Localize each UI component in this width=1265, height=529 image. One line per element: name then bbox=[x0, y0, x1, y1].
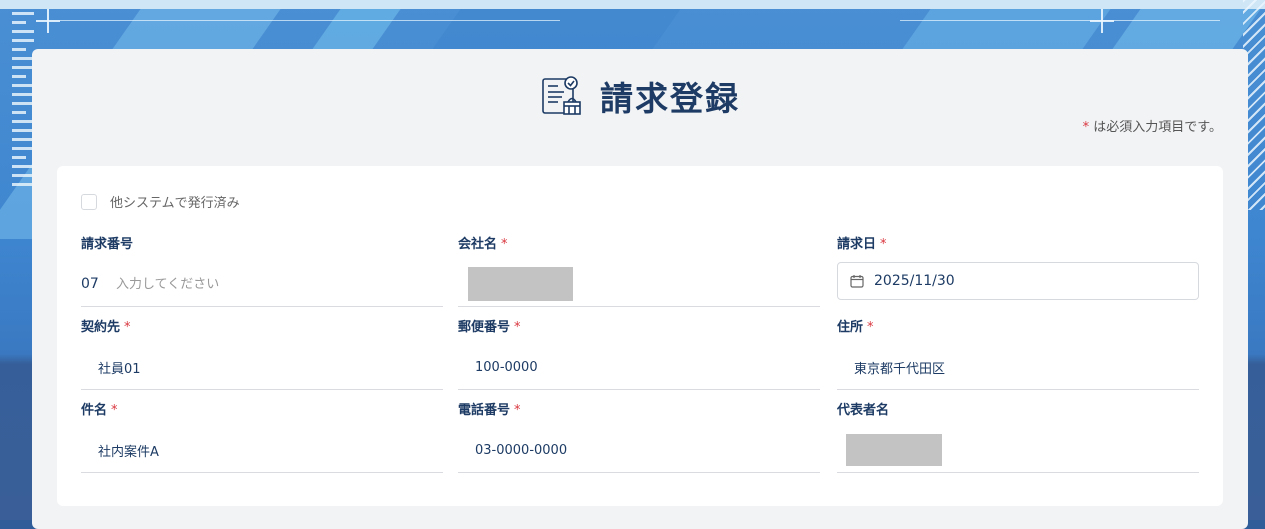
phone-input[interactable]: 03-0000-0000 bbox=[458, 428, 820, 473]
company-name-label: 会社名 * bbox=[458, 237, 508, 252]
address-label: 住所 * bbox=[837, 320, 874, 335]
required-fields-note: * は必須入力項目です。 bbox=[1082, 120, 1222, 135]
subject-input[interactable]: 社内案件A bbox=[81, 428, 443, 473]
calendar-icon bbox=[850, 275, 864, 288]
company-name-input[interactable] bbox=[458, 262, 820, 307]
issued-elsewhere-label: 他システムで発行済み bbox=[110, 196, 240, 211]
address-input[interactable]: 東京都千代田区 bbox=[837, 345, 1199, 390]
redacted-company-name bbox=[468, 267, 573, 301]
redacted-representative-name bbox=[846, 434, 942, 466]
invoice-date-label: 請求日 * bbox=[837, 237, 887, 252]
page-header: 請求登録 bbox=[32, 71, 1248, 121]
invoice-date-picker[interactable]: 2025/11/30 bbox=[837, 262, 1199, 300]
invoice-number-prefix: 07 bbox=[81, 276, 99, 292]
contractor-label: 契約先 * bbox=[81, 320, 131, 335]
issued-elsewhere-checkbox[interactable] bbox=[81, 193, 97, 210]
postal-code-label: 郵便番号 * bbox=[458, 320, 521, 335]
contractor-field: 契約先 * 社員01 bbox=[81, 319, 443, 390]
page-title: 請求登録 bbox=[600, 79, 740, 118]
invoice-document-icon bbox=[542, 76, 581, 115]
subject-field: 件名 * 社内案件A bbox=[81, 402, 443, 473]
phone-field: 電話番号 * 03-0000-0000 bbox=[458, 402, 820, 473]
issued-elsewhere-row[interactable]: 他システムで発行済み bbox=[81, 192, 240, 211]
invoice-number-input[interactable] bbox=[99, 263, 443, 305]
representative-field: 代表者名 bbox=[837, 402, 1199, 473]
company-name-field: 会社名 * bbox=[458, 236, 820, 307]
invoice-number-label: 請求番号 bbox=[81, 237, 134, 252]
subject-label: 件名 * bbox=[81, 403, 118, 418]
representative-input[interactable] bbox=[837, 428, 1199, 473]
invoice-number-field: 請求番号 07 bbox=[81, 236, 443, 307]
phone-label: 電話番号 * bbox=[458, 403, 521, 418]
postal-code-input[interactable]: 100-0000 bbox=[458, 345, 820, 390]
invoice-date-value: 2025/11/30 bbox=[874, 273, 955, 289]
representative-label: 代表者名 bbox=[837, 403, 890, 418]
address-field: 住所 * 東京都千代田区 bbox=[837, 319, 1199, 390]
contractor-input[interactable]: 社員01 bbox=[81, 345, 443, 390]
invoice-registration-panel: 請求登録 * は必須入力項目です。 他システムで発行済み 請求番号 07 会社名… bbox=[32, 49, 1248, 529]
invoice-form-card: 他システムで発行済み 請求番号 07 会社名* 請求日* bbox=[57, 166, 1223, 506]
postal-code-field: 郵便番号 * 100-0000 bbox=[458, 319, 820, 390]
invoice-date-field: 請求日 * 2025/11/30 bbox=[837, 236, 1199, 300]
